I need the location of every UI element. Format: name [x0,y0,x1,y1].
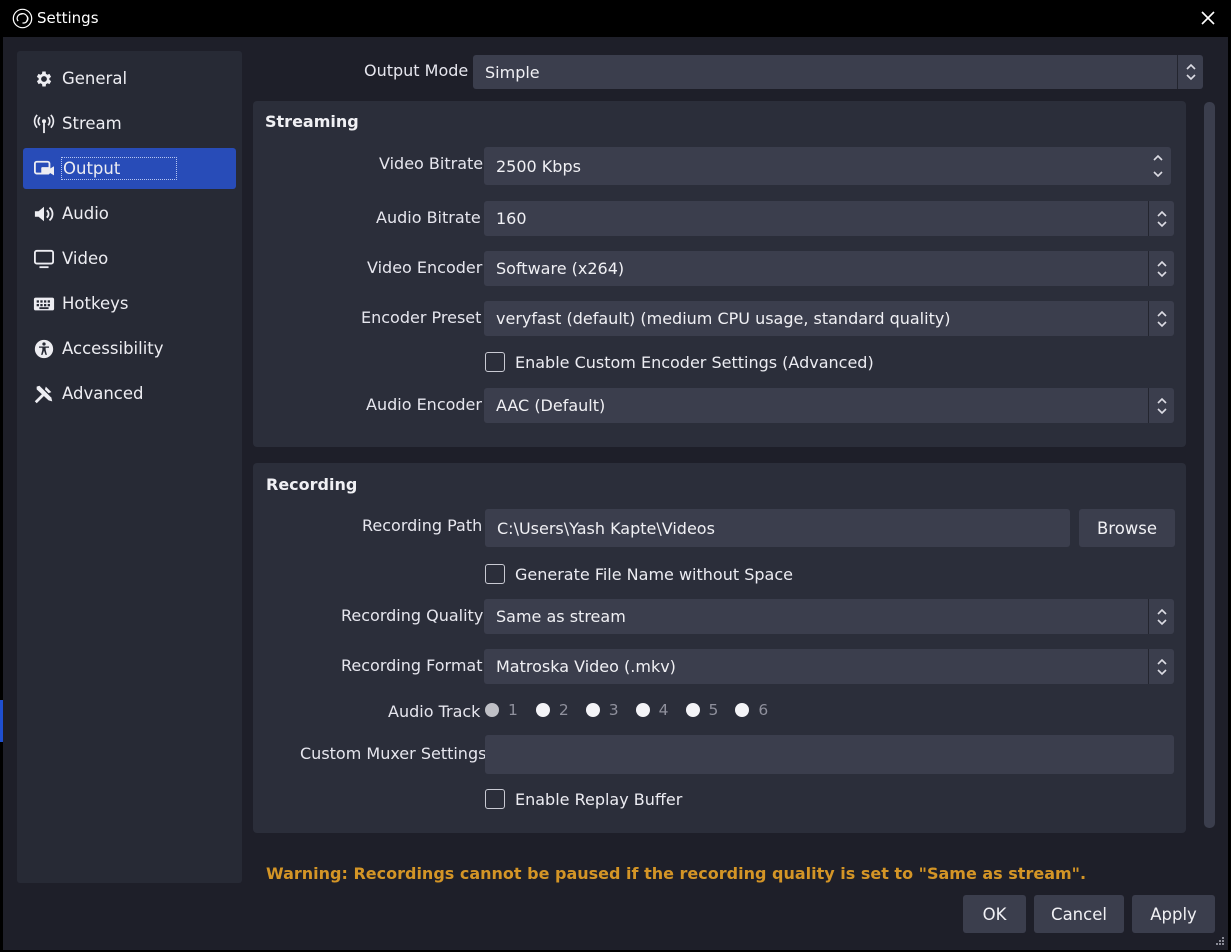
encoder-preset-select[interactable]: veryfast (default) (medium CPU usage, st… [484,301,1174,336]
checkbox-box[interactable] [485,789,505,809]
sidebar-item-stream[interactable]: Stream [23,103,236,144]
chevron-updown-icon [1148,599,1174,634]
radio-dot[interactable] [635,703,650,717]
vertical-scrollbar[interactable] [1204,102,1215,828]
sidebar-item-general[interactable]: General [23,58,236,99]
chevron-updown-icon [1148,388,1174,423]
audio-track-radio-group: 1 2 3 4 5 6 [485,701,781,719]
keyboard-icon [33,293,55,315]
settings-window: Settings General Stream Output Audio Vid… [3,0,1228,950]
sidebar-item-label: Stream [62,114,122,133]
warning-message: Warning: Recordings cannot be paused if … [266,864,1087,883]
encoder-preset-label: Encoder Preset [361,308,482,327]
radio-dot[interactable] [485,703,499,717]
sidebar-item-label: Hotkeys [62,294,129,313]
ok-button[interactable]: OK [963,895,1026,933]
chevron-updown-icon [1148,201,1174,236]
audio-track-radio[interactable]: 5 [685,701,718,719]
monitor-icon [33,248,55,270]
window-title: Settings [37,9,99,27]
audio-encoder-select[interactable]: AAC (Default) [484,388,1174,423]
radio-dot[interactable] [585,703,600,717]
audio-track-label: Audio Track [388,702,481,721]
sidebar-item-hotkeys[interactable]: Hotkeys [23,283,236,324]
recording-path-input[interactable]: C:\Users\Yash Kapte\Videos [485,509,1070,547]
recording-format-select[interactable]: Matroska Video (.mkv) [484,649,1174,684]
antenna-icon [33,113,55,135]
settings-sidebar: General Stream Output Audio Video Hotkey… [17,51,242,883]
gear-icon [33,68,55,90]
video-bitrate-spinbox[interactable]: 2500 Kbps [484,147,1171,185]
video-bitrate-label: Video Bitrate [379,154,484,173]
output-mode-select[interactable]: Simple [473,55,1203,89]
output-mode-label: Output Mode [364,61,469,80]
radio-dot[interactable] [685,703,700,717]
cancel-button[interactable]: Cancel [1034,895,1124,933]
spin-arrows-icon[interactable] [1145,147,1171,185]
no-space-filename-checkbox[interactable]: Generate File Name without Space [485,564,793,584]
sidebar-item-label: General [62,69,128,88]
chevron-updown-icon [1148,301,1174,336]
accessibility-icon [33,338,55,360]
sidebar-item-label: Accessibility [62,339,164,358]
sidebar-item-label: Audio [62,204,109,223]
audio-track-radio[interactable]: 3 [585,701,619,719]
title-bar: Settings [3,0,1228,37]
radio-dot[interactable] [735,703,750,717]
radio-dot[interactable] [535,703,550,717]
sidebar-item-label: Advanced [62,384,144,403]
recording-format-label: Recording Format [341,656,483,675]
audio-track-radio[interactable]: 6 [735,701,768,719]
sidebar-item-label: Video [62,249,109,268]
checkbox-box[interactable] [485,352,505,372]
custom-encoder-checkbox[interactable]: Enable Custom Encoder Settings (Advanced… [485,352,874,372]
sidebar-item-video[interactable]: Video [23,238,236,279]
custom-muxer-label: Custom Muxer Settings [300,744,487,763]
close-icon[interactable] [1198,8,1218,28]
audio-track-radio[interactable]: 4 [635,701,669,719]
tools-icon [33,383,55,405]
resize-grip-icon[interactable] [1215,936,1225,946]
streaming-title: Streaming [265,112,359,131]
obs-logo-icon [12,8,33,29]
chevron-updown-icon [1177,55,1203,89]
recording-quality-select[interactable]: Same as stream [484,599,1174,634]
audio-track-radio[interactable]: 2 [535,701,569,719]
speaker-icon [33,203,55,225]
checkbox-box[interactable] [485,564,505,584]
output-icon [33,158,55,180]
recording-quality-label: Recording Quality [341,606,484,625]
replay-buffer-checkbox[interactable]: Enable Replay Buffer [485,789,682,809]
audio-bitrate-select[interactable]: 160 [484,201,1174,236]
audio-encoder-label: Audio Encoder [366,395,482,414]
browse-button[interactable]: Browse [1079,509,1175,547]
audio-bitrate-label: Audio Bitrate [376,208,481,227]
sidebar-item-label: Output [61,157,178,180]
sidebar-item-advanced[interactable]: Advanced [23,373,236,414]
video-encoder-select[interactable]: Software (x264) [484,251,1174,286]
recording-path-label: Recording Path [362,516,483,535]
sidebar-item-audio[interactable]: Audio [23,193,236,234]
recording-title: Recording [266,475,358,494]
custom-muxer-input[interactable] [485,735,1174,774]
sidebar-item-output[interactable]: Output [23,148,236,189]
sidebar-item-accessibility[interactable]: Accessibility [23,328,236,369]
chevron-updown-icon [1148,649,1174,684]
video-encoder-label: Video Encoder [367,258,483,277]
chevron-updown-icon [1148,251,1174,286]
audio-track-radio[interactable]: 1 [485,701,518,719]
apply-button[interactable]: Apply [1132,895,1215,933]
